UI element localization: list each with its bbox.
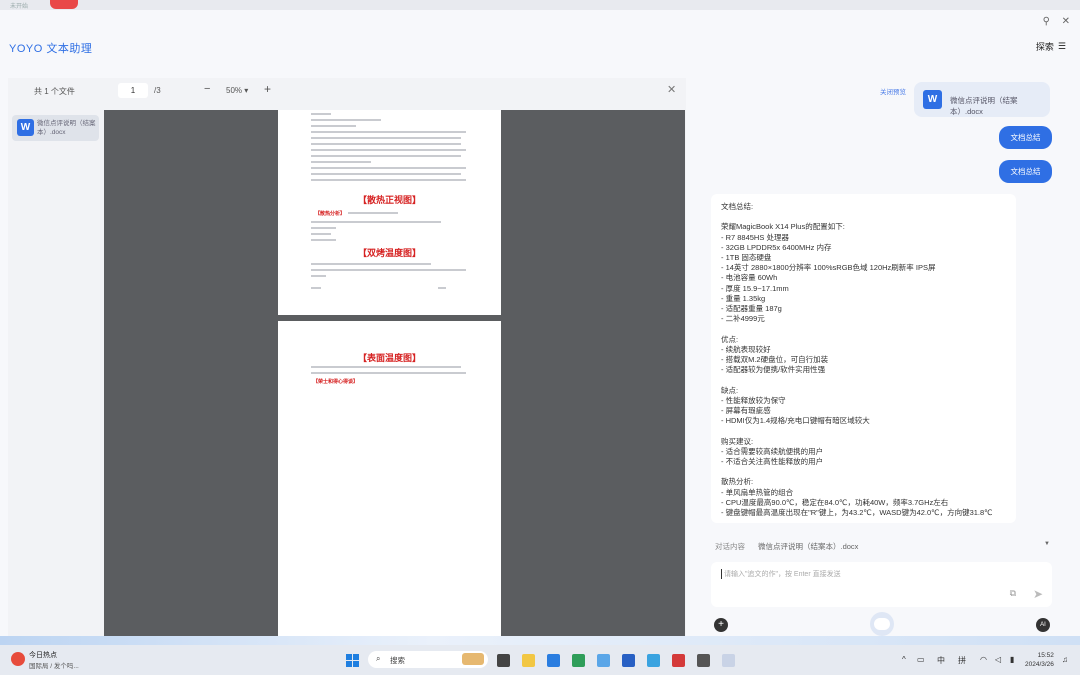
document-page-2: 【表面温度图】 【荣士和得心得谈】 [278, 321, 501, 637]
store-icon[interactable] [572, 654, 585, 667]
file-list-item[interactable]: W 微信点评说明（结案本）.docx [12, 115, 99, 141]
search-highlight-icon [462, 653, 484, 665]
clock-date: 2024/3/26 [1025, 661, 1054, 668]
news-icon[interactable] [11, 652, 25, 666]
page1-red-label: 【散热分析】 [315, 211, 346, 217]
ai-button[interactable]: AI [1036, 618, 1050, 632]
zoom-in-button[interactable]: + [264, 82, 271, 96]
send-icon[interactable]: ➤ [1033, 587, 1043, 601]
messaging-icon[interactable] [647, 654, 660, 667]
pin-icon[interactable]: ⚲ [1043, 16, 1050, 27]
file-explorer-icon[interactable] [522, 654, 535, 667]
mail-icon[interactable] [597, 654, 610, 667]
page2-red-label: 【荣士和得心得谈】 [313, 379, 359, 385]
mascot-icon[interactable] [870, 612, 894, 636]
battery-icon[interactable]: ▮ [1010, 655, 1014, 664]
zoom-select[interactable]: 50% ▾ [226, 86, 248, 95]
attached-file-name: 微信点评说明（结案本）.docx [950, 96, 1018, 116]
ime-mode[interactable]: 拼 [958, 655, 966, 666]
app-window: ⚲ ✕ YOYO 文本助理 探索 ☰ 共 1 个文件 1 /3 − 50% ▾ … [0, 10, 1080, 641]
browser-tab[interactable] [50, 0, 78, 9]
yoyo-app-icon[interactable] [722, 654, 735, 667]
file-count: 共 1 个文件 [34, 87, 75, 96]
word-icon: W [17, 119, 34, 136]
menu-icon: ☰ [1057, 41, 1066, 51]
top-strip-text: 未开始 [10, 4, 29, 10]
close-preview-link[interactable]: 关闭预览 [880, 86, 906, 96]
search-label: 搜索 [390, 656, 405, 665]
taskbar-search[interactable]: ⌕ 搜索 [368, 651, 488, 668]
notification-bell-icon[interactable]: ♫ [1062, 655, 1068, 664]
file-list-name: 微信点评说明（结案本）.docx [37, 120, 96, 136]
attached-file-bubble[interactable]: W 微信点评说明（结案本）.docx [914, 82, 1050, 117]
task-view-icon[interactable] [497, 654, 510, 667]
summarize-button-2[interactable]: 文档总结 [999, 160, 1052, 183]
app-title: YOYO 文本助理 [9, 43, 93, 55]
explore-button[interactable]: 探索 ☰ [1036, 40, 1066, 53]
chevron-down-icon: ▼ [1044, 541, 1050, 547]
browser-icon[interactable] [547, 654, 560, 667]
cpu-z-icon[interactable] [672, 654, 685, 667]
context-label: 对话内容 [715, 542, 745, 551]
page-number-input[interactable]: 1 [118, 83, 148, 98]
page-total: /3 [154, 86, 161, 95]
viewer-toolbar: 共 1 个文件 1 /3 − 50% ▾ + ✕ [8, 78, 686, 104]
page1-heading-1: 【散热正视图】 [358, 195, 422, 205]
assistant-answer: 文档总结: 荣耀MagicBook X14 Plus的配置如下: - R7 88… [711, 194, 1016, 523]
document-page-1: 【散热正视图】 【散热分析】 【双烤温度图】 [278, 110, 501, 315]
chat-panel: 关闭预览 W 微信点评说明（结案本）.docx 文档总结 文档总结 文档总结: … [700, 78, 1072, 638]
document-canvas[interactable]: 【散热正视图】 【散热分析】 【双烤温度图】 【表面温度图】 【荣士和得心得谈】 [104, 110, 685, 640]
close-icon[interactable]: ✕ [1062, 16, 1070, 27]
summarize-button-1[interactable]: 文档总结 [999, 126, 1052, 149]
context-file: 微信点评说明（结案本）.docx [758, 542, 859, 551]
viewer-close-icon[interactable]: ✕ [667, 83, 676, 96]
document-viewer: 共 1 个文件 1 /3 − 50% ▾ + ✕ W 微信点评说明（结案本）.d… [8, 78, 686, 641]
search-icon: ⌕ [376, 654, 381, 663]
clock[interactable]: 15:52 2024/3/26 [1025, 651, 1054, 669]
news-subtitle[interactable]: 国际局 / 发个吗... [29, 660, 79, 670]
plus-icon[interactable]: + [714, 618, 728, 632]
top-strip: 未开始 [0, 0, 1080, 10]
monitor-app-icon[interactable] [697, 654, 710, 667]
taskbar: 今日热点 国际局 / 发个吗... ⌕ 搜索 ^ ▭ 中 拼 ◠ ◁ ▮ 15:… [0, 645, 1080, 675]
clock-time: 15:52 [1037, 652, 1054, 659]
chat-input-placeholder: 请输入"追文的作"，按 Enter 直接发送 [721, 569, 841, 579]
zoom-out-button[interactable]: − [204, 83, 210, 95]
windows-start-icon[interactable] [346, 654, 359, 667]
page2-heading: 【表面温度图】 [358, 353, 422, 363]
news-title[interactable]: 今日热点 [29, 650, 57, 660]
word-app-icon[interactable] [622, 654, 635, 667]
page1-heading-2: 【双烤温度图】 [358, 248, 422, 258]
input-language[interactable]: 中 [937, 655, 945, 666]
wifi-icon[interactable]: ◠ [980, 655, 987, 664]
chat-input[interactable]: 请输入"追文的作"，按 Enter 直接发送 ⧉ ➤ [711, 562, 1052, 607]
explore-label: 探索 [1035, 42, 1054, 52]
tray-app-icon[interactable]: ▭ [917, 655, 925, 664]
at-icon[interactable]: ⧉ [1010, 588, 1016, 599]
context-selector[interactable]: 对话内容 微信点评说明（结案本）.docx ▼ [715, 541, 1050, 552]
tray-expand-icon[interactable]: ^ [902, 655, 906, 664]
volume-icon[interactable]: ◁ [995, 655, 1001, 664]
word-icon: W [923, 90, 942, 109]
zoom-value: 50% [226, 86, 243, 95]
